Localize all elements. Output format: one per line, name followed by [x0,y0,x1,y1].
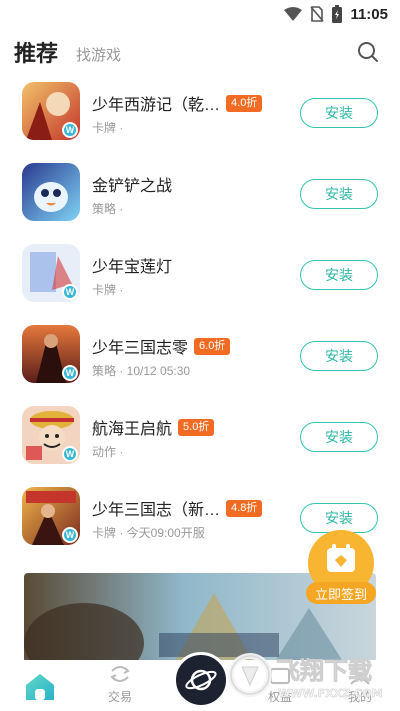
title-line: 金铲铲之战 [92,173,292,195]
watermark-logo: 飞翔下载 WWW.FXXZ.COM [228,645,393,705]
game-row[interactable]: 金铲铲之战 策略 · 安装 [0,163,400,244]
title-line: 少年西游记（乾… 4.0折 [92,92,292,114]
install-button[interactable]: 安装 [300,341,378,371]
status-time: 11:05 [350,5,388,23]
game-title: 少年三国志（新… [92,502,221,519]
platform-badge-icon: W [62,527,78,543]
game-title: 少年三国志零 [92,340,189,357]
platform-badge-icon: W [62,446,78,462]
title-line: 少年宝莲灯 [92,254,292,276]
game-meta: 策略 · [92,202,124,216]
no-sim-icon [310,6,325,22]
game-icon[interactable]: W [22,325,80,383]
svg-text:飞翔下载: 飞翔下载 [276,657,372,685]
battery-icon [332,5,343,23]
game-row[interactable]: W 航海王启航 5.0折 动作 · 安装 [0,406,400,487]
checkin-label: 立即签到 [306,582,376,604]
game-info: 少年宝莲灯 卡牌 · [92,254,292,298]
wifi-icon [284,7,303,21]
game-title: 少年西游记（乾… [92,97,221,114]
game-icon[interactable] [22,163,80,221]
game-meta: 卡牌 · [92,121,124,135]
game-info: 少年三国志零 6.0折 策略 · 10/12 05:30 [92,335,292,379]
nav-trade[interactable]: 交易 [80,660,160,711]
app-screen: { "status_bar": { "time": "11:05", "icon… [0,0,400,711]
platform-badge-icon: W [62,284,78,300]
install-button[interactable]: 安装 [300,503,378,533]
game-title: 航海王启航 [92,421,173,438]
game-info: 航海王启航 5.0折 动作 · [92,416,292,460]
install-button[interactable]: 安装 [300,422,378,452]
game-row[interactable]: W 少年三国志零 6.0折 策略 · 10/12 05:30 安装 [0,325,400,406]
game-info: 少年三国志（新… 4.8折 卡牌 · 今天09:00开服 [92,497,292,541]
game-meta: 动作 · [92,445,124,459]
platform-badge-icon: W [62,365,78,381]
discount-badge: 6.0折 [194,337,231,355]
trade-icon [108,663,132,688]
tab-recommend[interactable]: 推荐 [14,36,58,68]
game-icon[interactable]: W [22,82,80,140]
checkin-button[interactable]: 立即签到 [304,530,378,606]
game-title: 少年宝莲灯 [92,259,173,276]
game-meta: 策略 · 10/12 05:30 [92,364,191,378]
status-bar: 11:05 [0,0,400,28]
install-button[interactable]: 安装 [300,179,378,209]
nav-trade-label: 交易 [107,690,132,704]
discount-badge: 5.0折 [178,418,215,436]
game-info: 金铲铲之战 策略 · [92,173,292,217]
game-icon[interactable]: W [22,406,80,464]
game-title: 金铲铲之战 [92,178,173,195]
title-line: 航海王启航 5.0折 [92,416,292,438]
search-icon[interactable] [356,40,380,64]
game-info: 少年西游记（乾… 4.0折 卡牌 · [92,92,292,136]
install-button[interactable]: 安装 [300,98,378,128]
game-icon[interactable]: W [22,487,80,545]
header: 推荐 找游戏 [0,30,400,74]
title-line: 少年三国志（新… 4.8折 [92,497,292,519]
game-meta: 卡牌 · 今天09:00开服 [92,526,205,540]
platform-badge-icon: W [62,122,78,138]
game-row[interactable]: W 少年宝莲灯 卡牌 · 安装 [0,244,400,325]
game-row[interactable]: W 少年西游记（乾… 4.0折 卡牌 · 安装 [0,82,400,163]
discount-badge: 4.8折 [226,499,263,517]
title-line: 少年三国志零 6.0折 [92,335,292,357]
tab-find-games[interactable]: 找游戏 [76,44,121,65]
planet-icon[interactable] [173,652,229,708]
game-list: W 少年西游记（乾… 4.0折 卡牌 · 安装 金铲铲之战 策略 · 安装 W … [0,82,400,568]
nav-home[interactable] [0,660,80,711]
svg-text:WWW.FXXZ.COM: WWW.FXXZ.COM [278,687,383,700]
install-button[interactable]: 安装 [300,260,378,290]
discount-badge: 4.0折 [226,94,263,112]
home-icon [24,672,56,705]
game-icon[interactable]: W [22,244,80,302]
game-meta: 卡牌 · [92,283,124,297]
